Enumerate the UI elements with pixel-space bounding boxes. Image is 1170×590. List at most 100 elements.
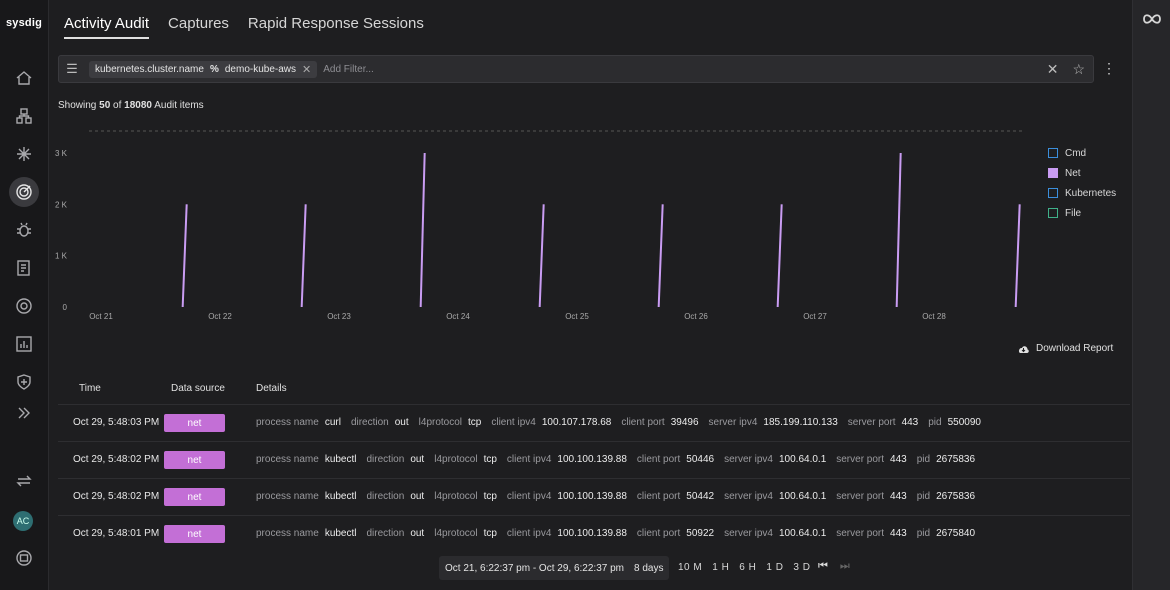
detail-key: client port [621,417,665,428]
expand-icon[interactable] [9,398,39,428]
detail-value: out [410,528,425,539]
net-spike [657,204,664,308]
y-tick-label: 3 K [55,149,68,158]
header-time[interactable]: Time [79,383,101,394]
tab-captures[interactable]: Captures [168,15,229,39]
detail-value: out [410,491,425,502]
filter-chip[interactable]: kubernetes.cluster.name % demo-kube-aws … [89,60,318,78]
detail-value: 100.64.0.1 [778,528,827,539]
showing-count: Showing 50 of 18080 Audit items [58,100,204,111]
data-source-badge[interactable]: net [164,525,225,543]
detail-value: 185.199.110.133 [763,417,838,428]
detail-key: direction [366,528,405,539]
detail-value: 2675840 [936,528,976,539]
detail-value: tcp [483,528,497,539]
detail-value: curl [324,417,341,428]
activity-chart: 0 1 K 2 K 3 K Oct 21 Oct 22 Oct 23 Oct 24 Oct 25… [55,130,1024,321]
quick-range-6h[interactable]: 6 H [739,562,756,573]
detail-value: kubectl [324,491,357,502]
threat-icon[interactable] [9,291,39,321]
detail-key: server ipv4 [724,454,773,465]
net-spike [300,204,307,308]
reports-icon[interactable] [9,329,39,359]
data-source-badge[interactable]: net [164,414,225,432]
detail-value: tcp [468,417,482,428]
more-options-icon[interactable]: ⋮ [1102,60,1116,77]
detail-key: server port [836,528,885,539]
right-panel [1132,0,1170,590]
main-content: Activity Audit Captures Rapid Response S… [49,0,1132,590]
detail-key: client ipv4 [506,454,552,465]
detail-key: l4protocol [434,528,478,539]
download-report-button[interactable]: Download Report [1017,343,1113,354]
remove-filter-icon[interactable]: ✕ [302,63,311,76]
header-data-source[interactable]: Data source [171,383,225,394]
detail-key: l4protocol [434,454,478,465]
legend-item-net[interactable]: Net [1048,163,1116,183]
detail-value: tcp [483,454,497,465]
legend-swatch [1048,148,1058,158]
policies-icon[interactable] [9,253,39,283]
detail-value: 100.64.0.1 [778,454,827,465]
detail-key: direction [366,454,405,465]
switch-icon[interactable] [9,466,39,496]
topology-icon[interactable] [9,101,39,131]
legend-label: Cmd [1065,147,1087,159]
chart-legend: Cmd Net Kubernetes File [1048,143,1116,223]
detail-key: pid [916,491,931,502]
x-tick-label: Oct 28 [922,312,946,321]
add-filter-input[interactable]: Add Filter... [323,64,1046,75]
footer-timebar: Oct 21, 6:22:37 pm - Oct 29, 6:22:37 pm … [49,552,1132,590]
net-spike [776,204,783,308]
chat-icon[interactable] [9,543,39,573]
legend-item-file[interactable]: File [1048,203,1116,223]
activity-audit-icon[interactable] [9,177,39,207]
table-row[interactable]: Oct 29, 5:48:01 PM net process name kubec… [58,515,1130,552]
legend-swatch [1048,188,1058,198]
table-row[interactable]: Oct 29, 5:48:02 PM net process name kubec… [58,478,1130,515]
detail-value: 443 [901,417,919,428]
detail-key: server port [847,417,896,428]
detail-value: 443 [890,528,907,539]
home-icon[interactable] [9,63,39,93]
table-row[interactable]: Oct 29, 5:48:03 PM net process name curl d… [58,404,1130,441]
x-tick-label: Oct 24 [446,312,470,321]
vulnerabilities-icon[interactable] [9,215,39,245]
x-tick-label: Oct 26 [684,312,708,321]
row-details: process name kubectl direction out l4protoco… [256,491,985,502]
quick-range-10m[interactable]: 10 M [678,562,702,573]
legend-swatch [1048,208,1058,218]
net-spike [1014,204,1021,308]
time-range-picker[interactable]: Oct 21, 6:22:37 pm - Oct 29, 6:22:37 pm … [439,556,670,580]
detail-key: client ipv4 [491,417,536,428]
quick-range-buttons: 10 M 1 H 6 H 1 D 3 D [678,562,810,573]
legend-item-cmd[interactable]: Cmd [1048,143,1116,163]
data-source-badge[interactable]: net [164,488,225,506]
quick-range-1h[interactable]: 1 H [712,562,729,573]
data-source-badge[interactable]: net [164,451,225,469]
last-page-icon[interactable]: ⏭ [840,560,850,573]
quick-range-1d[interactable]: 1 D [766,562,783,573]
legend-item-kubernetes[interactable]: Kubernetes [1048,183,1116,203]
infinity-icon[interactable] [1141,10,1163,28]
detail-value: 100.100.139.88 [557,491,627,502]
x-tick-label: Oct 23 [327,312,351,321]
first-page-icon[interactable]: ⏮ [818,560,828,573]
filter-icon[interactable]: ☰ [59,61,85,77]
favorite-star-icon[interactable]: ☆ [1072,61,1085,78]
clear-filter-icon[interactable]: ✕ [1047,61,1059,78]
x-tick-label: Oct 22 [208,312,232,321]
avatar[interactable]: AC [13,511,33,531]
y-tick-label: 0 [63,303,68,312]
detail-value: kubectl [324,528,357,539]
quick-range-3d[interactable]: 3 D [793,562,810,573]
download-report-label: Download Report [1036,343,1114,354]
integrations-icon[interactable] [9,139,39,169]
tab-rapid-response-sessions[interactable]: Rapid Response Sessions [248,15,424,39]
table-row[interactable]: Oct 29, 5:48:02 PM net process name kubec… [58,441,1130,478]
detail-key: client port [636,454,681,465]
shield-icon[interactable] [9,367,39,397]
tab-activity-audit[interactable]: Activity Audit [64,15,150,39]
detail-key: direction [350,417,389,428]
sysdig-logo[interactable]: sysdig [0,17,48,29]
